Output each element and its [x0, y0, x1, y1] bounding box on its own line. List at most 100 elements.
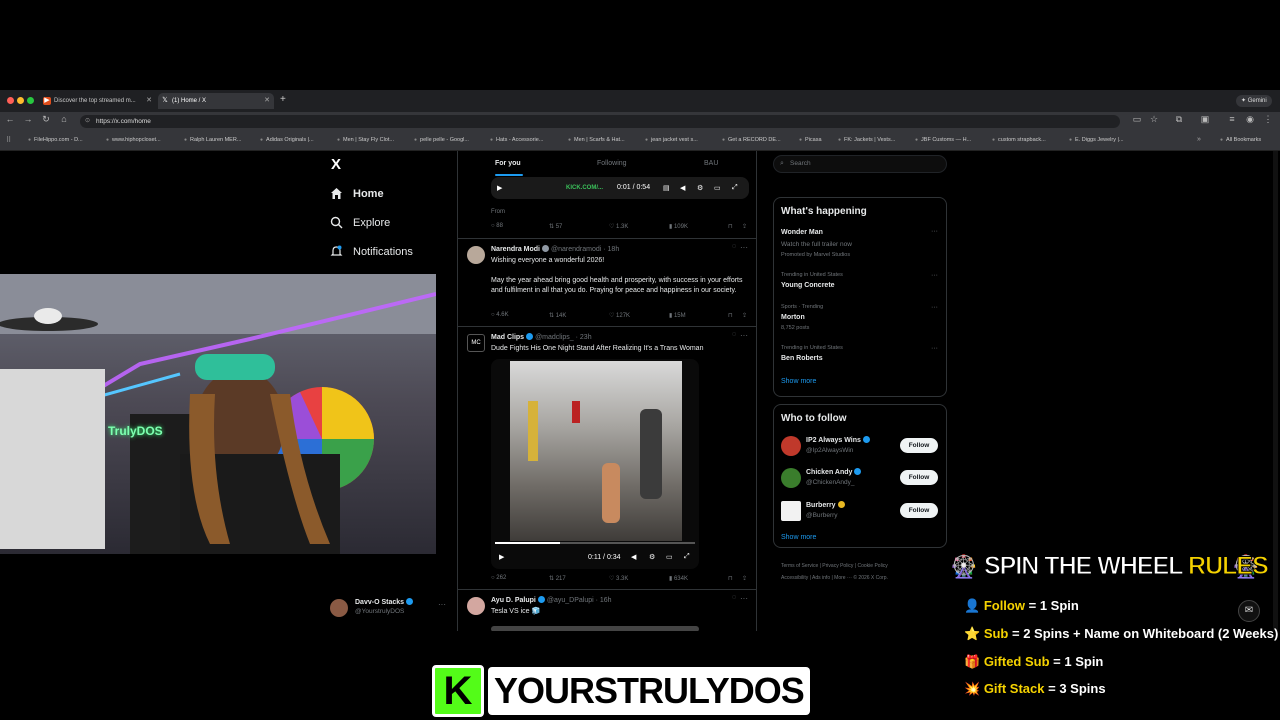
site-info-icon[interactable]: ⊙ [85, 115, 90, 128]
repost-button[interactable]: ⇅ 57 [549, 223, 562, 230]
bookmark-item[interactable]: Picasa [799, 137, 822, 143]
bookmark-item[interactable]: FileHippo.com - D... [28, 137, 83, 143]
more-icon[interactable]: ··· [931, 272, 938, 279]
more-icon[interactable]: ··· [931, 304, 938, 311]
bookmark-icon[interactable]: ⊓ [728, 312, 733, 319]
reload-icon[interactable]: ↻ [40, 114, 52, 125]
captions-icon[interactable]: ▤ [663, 184, 670, 192]
share-icon[interactable]: ⇪ [742, 312, 747, 319]
bookmark-item[interactable]: E. Diggs Jewelry |... [1069, 137, 1124, 143]
show-more-link[interactable]: Show more [781, 378, 816, 385]
more-icon[interactable]: ··· [438, 600, 446, 609]
bookmark-item[interactable]: www.hiphopcloset... [106, 137, 161, 143]
close-tab-icon[interactable]: ✕ [264, 93, 270, 109]
media-icon[interactable]: ≡ [1226, 114, 1238, 124]
play-icon[interactable]: ▶ [499, 553, 504, 561]
tab-for-you[interactable]: For you [495, 160, 521, 167]
post-partial[interactable]: ▶ KICK.COM/... 0:01 / 0:54 ▤ ◀ ⚙ ▭ ⤢ Fro… [458, 177, 756, 239]
trend-item[interactable]: Sports · Trending Morton 8,752 posts ··· [774, 302, 946, 332]
repost-button[interactable]: ⇅ 14K [549, 312, 566, 319]
install-icon[interactable]: ▭ [1131, 114, 1143, 125]
volume-icon[interactable]: ◀ [680, 184, 685, 192]
bookmark-icon[interactable]: ⊓ [728, 575, 733, 582]
page-scrollbar[interactable] [1273, 151, 1278, 631]
follow-suggestion[interactable]: Chicken Andy @ChickenAndy_ Follow [774, 465, 946, 491]
account-switcher[interactable]: Davv-O Stacks @YourstrulyDOS ··· [330, 597, 450, 621]
trend-item[interactable]: Trending in United States Young Concrete… [774, 270, 946, 292]
new-tab-button[interactable]: + [280, 94, 286, 105]
window-zoom-button[interactable] [27, 97, 34, 104]
window-minimize-button[interactable] [17, 97, 24, 104]
media-preview[interactable] [491, 626, 699, 631]
follow-button[interactable]: Follow [900, 503, 938, 518]
post-narendra-modi[interactable]: Narendra Modi @narendramodi · 18h ··· ◌ W… [458, 239, 756, 327]
back-arrow-icon[interactable]: ← [4, 114, 16, 124]
post-mad-clips[interactable]: MC Mad Clips @madclips_ · 23h ··· ◌ Dude … [458, 327, 756, 590]
close-tab-icon[interactable]: ✕ [146, 93, 152, 109]
tab-following[interactable]: Following [597, 160, 627, 167]
fullscreen-icon[interactable]: ⤢ [732, 184, 738, 192]
more-icon[interactable]: ··· [740, 331, 748, 340]
grok-icon[interactable]: ◌ [732, 331, 736, 338]
browser-tab-discover[interactable]: ▶ Discover the top streamed m... ✕ [40, 93, 156, 109]
tab-bau[interactable]: BAU [704, 160, 718, 167]
follow-button[interactable]: Follow [900, 438, 938, 453]
search-input[interactable]: ⌕ Search [773, 155, 947, 173]
follow-suggestion[interactable]: Burberry @Burberry Follow [774, 498, 946, 524]
profile-avatar-icon[interactable]: ◉ [1244, 114, 1256, 125]
bookmark-item[interactable]: Men | Scarfs & Hat... [568, 137, 625, 143]
like-button[interactable]: ♡ 1.3K [609, 223, 628, 230]
more-bookmarks-icon[interactable]: » [1197, 136, 1201, 143]
nav-notifications[interactable]: Notifications [330, 245, 413, 258]
bookmark-item[interactable]: FK: Jackets | Vests... [838, 137, 895, 143]
trend-item[interactable]: Trending in United States Ben Roberts ··… [774, 343, 946, 365]
video-player[interactable]: ▶ 0:11 / 0:34 ◀ ⚙ ▭ ⤢ [491, 359, 699, 569]
like-button[interactable]: ♡ 3.3K [609, 575, 628, 582]
bookmark-item[interactable]: Get a RECORD DE... [722, 137, 781, 143]
grok-icon[interactable]: ◌ [732, 243, 736, 250]
trend-item[interactable]: Wonder Man Watch the full trailer now Pr… [774, 226, 946, 262]
like-button[interactable]: ♡ 127K [609, 312, 630, 319]
views-button[interactable]: ▮ 15M [669, 312, 686, 319]
repost-button[interactable]: ⇅ 217 [549, 575, 566, 582]
footer-links[interactable]: Terms of Service | Privacy Policy | Cook… [781, 563, 888, 569]
reply-button[interactable]: ○ 88 [491, 223, 503, 229]
play-icon[interactable]: ▶ [497, 184, 502, 192]
volume-icon[interactable]: ◀ [631, 553, 636, 561]
bookmark-item[interactable]: pelle pelle - Googl... [414, 137, 469, 143]
share-icon[interactable]: ⇪ [742, 575, 747, 582]
bookmark-item[interactable]: Adidas Originals |... [260, 137, 314, 143]
tab-search-icon[interactable]: ▣ [1199, 114, 1211, 125]
views-button[interactable]: ▮ 109K [669, 223, 688, 230]
more-icon[interactable]: ··· [740, 594, 748, 603]
pip-icon[interactable]: ▭ [714, 184, 721, 192]
fullscreen-icon[interactable]: ⤢ [684, 553, 690, 561]
gemini-button[interactable]: ✦ Gemini [1236, 95, 1272, 107]
messages-icon[interactable]: ✉ [1238, 600, 1260, 622]
reply-button[interactable]: ○ 262 [491, 575, 506, 581]
bookmark-item[interactable]: Hats - Accessorie... [490, 137, 543, 143]
bookmark-item[interactable]: JBF Customs — H... [915, 137, 971, 143]
bookmark-item[interactable]: jean jacket vest s... [645, 137, 698, 143]
menu-kebab-icon[interactable]: ⋮ [1262, 114, 1274, 125]
reply-button[interactable]: ○ 4.6K [491, 312, 509, 318]
pip-icon[interactable]: ▭ [666, 553, 673, 561]
more-icon[interactable]: ··· [931, 228, 938, 235]
more-icon[interactable]: ··· [740, 243, 748, 252]
settings-gear-icon[interactable]: ⚙ [649, 553, 655, 561]
nav-home[interactable]: Home [330, 187, 384, 200]
bookmark-item[interactable]: Ralph Lauren MER... [184, 137, 241, 143]
apps-grid-icon[interactable]: ⠿ [6, 136, 11, 144]
address-bar[interactable]: ⊙ https://x.com/home [80, 115, 1120, 128]
video-player[interactable]: ▶ KICK.COM/... 0:01 / 0:54 ▤ ◀ ⚙ ▭ ⤢ [491, 177, 749, 199]
settings-gear-icon[interactable]: ⚙ [697, 184, 703, 192]
bookmark-star-icon[interactable]: ☆ [1148, 114, 1160, 125]
views-button[interactable]: ▮ 634K [669, 575, 688, 582]
more-icon[interactable]: ··· [931, 345, 938, 352]
x-logo-icon[interactable]: X [331, 156, 341, 173]
window-close-button[interactable] [7, 97, 14, 104]
follow-suggestion[interactable]: IP2 Always Wins @Ip2AlwaysWin Follow [774, 433, 946, 459]
nav-explore[interactable]: Explore [330, 216, 390, 229]
bookmark-item[interactable]: custom strapback... [992, 137, 1046, 143]
home-icon[interactable]: ⌂ [58, 114, 70, 124]
